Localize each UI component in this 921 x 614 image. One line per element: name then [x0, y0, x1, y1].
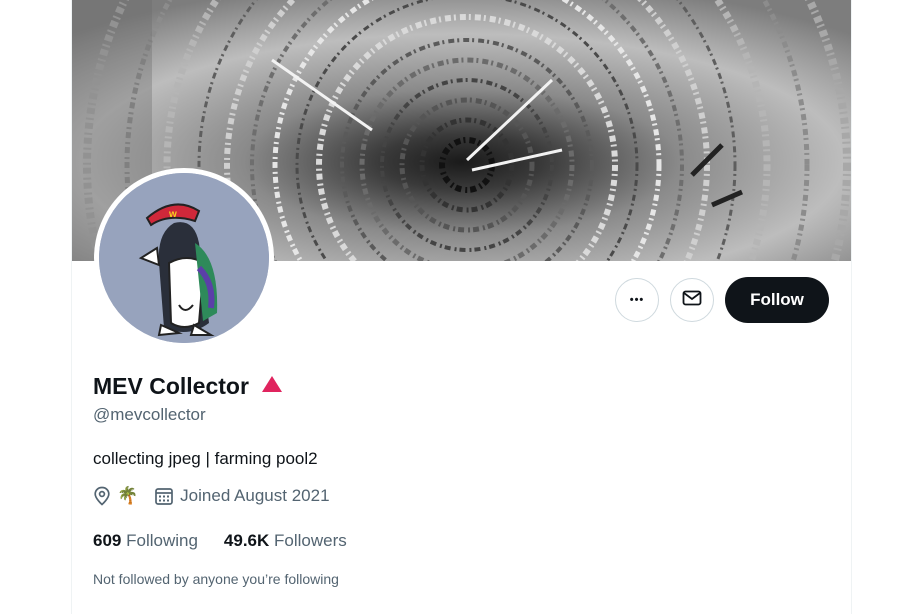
display-name: MEV Collector: [93, 373, 249, 399]
red-triangle-icon: [261, 375, 283, 398]
avatar-image-penguin: w: [99, 173, 269, 343]
profile-bio: collecting jpeg | farming pool2: [93, 449, 318, 468]
calendar-icon: [154, 486, 174, 506]
joined-item: Joined August 2021: [154, 486, 330, 506]
followers-link[interactable]: 49.6K Followers: [224, 531, 347, 551]
more-button[interactable]: •••: [615, 278, 659, 322]
follow-button[interactable]: Follow: [725, 277, 829, 323]
followers-count: 49.6K: [223, 531, 270, 550]
location-text: 🌴: [117, 486, 139, 505]
follow-counts: 609 Following 49.6K Followers: [93, 531, 373, 551]
location-pin-icon: [93, 486, 111, 506]
message-button[interactable]: [670, 278, 714, 322]
envelope-icon: [682, 290, 702, 311]
profile-avatar[interactable]: w: [94, 168, 274, 348]
more-dots-icon: •••: [629, 294, 645, 306]
joined-date: Joined August 2021: [180, 486, 330, 505]
following-link[interactable]: 609 Following: [93, 531, 198, 551]
following-count: 609: [93, 531, 122, 550]
followers-label: Followers: [274, 531, 347, 550]
profile-meta: 🌴 Joined August 2021: [93, 486, 346, 506]
user-handle: @mevcollector: [93, 405, 206, 424]
svg-text:w: w: [168, 209, 177, 220]
name-row: MEV Collector: [93, 373, 283, 400]
profile-actions: ••• Follow: [615, 277, 829, 323]
profile-page: w ••• Follow MEV Collector @mevcollector…: [71, 0, 852, 614]
location-item: 🌴: [93, 486, 138, 506]
following-label: Following: [126, 531, 198, 550]
follow-context-text: Not followed by anyone you’re following: [93, 571, 339, 587]
